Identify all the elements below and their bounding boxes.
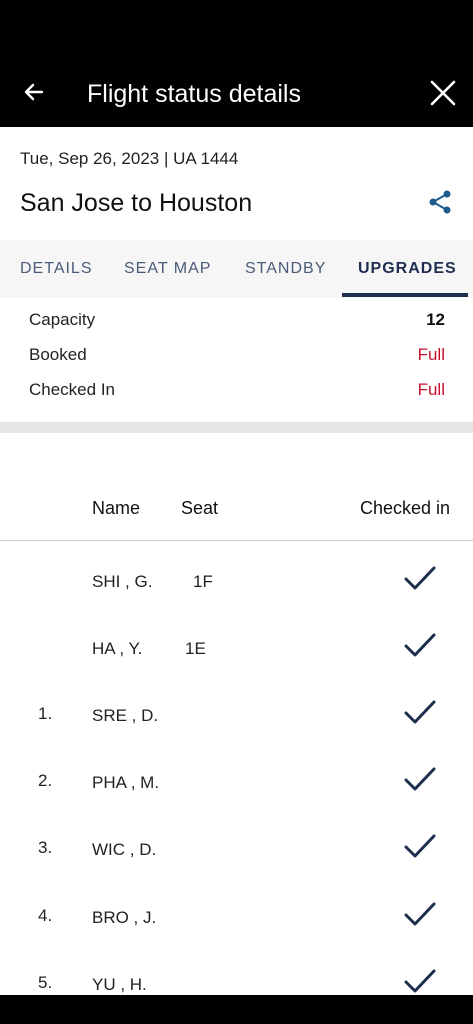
table-row: SHI , G. 1F bbox=[0, 558, 473, 608]
passenger-name: HA , Y. bbox=[92, 639, 143, 658]
queue-position: 3. bbox=[38, 838, 53, 857]
passenger-name: SHI , G. bbox=[92, 572, 153, 591]
status-bar bbox=[0, 0, 473, 58]
route-title: San Jose to Houston bbox=[20, 189, 253, 217]
tab-details[interactable]: DETAILS bbox=[20, 260, 93, 278]
tab-bar: DETAILS SEAT MAP STANDBY UPGRADES bbox=[0, 240, 473, 298]
queue-position: 5. bbox=[38, 973, 53, 992]
passenger-name: PHA , M. bbox=[92, 773, 160, 792]
back-button[interactable] bbox=[14, 72, 54, 112]
close-icon bbox=[430, 80, 456, 106]
queue-position: 4. bbox=[38, 906, 53, 925]
capacity-row: Capacity 12 bbox=[29, 306, 445, 336]
capacity-value: 12 bbox=[426, 310, 445, 329]
name-column-header: Name bbox=[92, 498, 141, 518]
share-icon bbox=[429, 190, 451, 214]
seat-number: 1E bbox=[185, 639, 206, 658]
system-nav-bar bbox=[0, 995, 473, 1024]
queue-position: 1. bbox=[38, 704, 53, 723]
checked-in-column-header: Checked in bbox=[360, 498, 451, 518]
passenger-name: WIC , D. bbox=[92, 840, 157, 859]
tab-standby[interactable]: STANDBY bbox=[245, 260, 326, 278]
flight-header: Tue, Sep 26, 2023 | UA 1444 San Jose to … bbox=[0, 127, 473, 240]
booked-row: Booked Full bbox=[29, 341, 445, 371]
table-row: 1. SRE , D. bbox=[0, 692, 473, 742]
section-divider bbox=[0, 422, 473, 433]
active-tab-indicator bbox=[342, 293, 468, 297]
booked-label: Booked bbox=[29, 345, 87, 364]
upgrade-summary: Capacity 12 Booked Full Checked In Full bbox=[0, 298, 473, 422]
seat-column-header: Seat bbox=[181, 498, 219, 518]
checkmark-icon bbox=[404, 566, 436, 590]
page-title: Flight status details bbox=[87, 80, 301, 108]
passenger-name: BRO , J. bbox=[92, 908, 157, 927]
table-header: Name Seat Checked in bbox=[0, 490, 473, 540]
checkmark-icon bbox=[404, 969, 436, 993]
table-row: 4. BRO , J. bbox=[0, 894, 473, 944]
capacity-label: Capacity bbox=[29, 310, 96, 329]
checked-in-row: Checked In Full bbox=[29, 376, 445, 406]
checked-in-label: Checked In bbox=[29, 380, 115, 399]
tab-upgrades[interactable]: UPGRADES bbox=[358, 260, 457, 278]
passenger-name: SRE , D. bbox=[92, 706, 159, 725]
seat-number: 1F bbox=[193, 572, 213, 591]
arrow-left-icon bbox=[24, 83, 44, 101]
app-bar: Flight status details bbox=[0, 58, 473, 127]
share-button[interactable] bbox=[423, 185, 457, 219]
tab-seat-map[interactable]: SEAT MAP bbox=[124, 260, 211, 278]
queue-position: 2. bbox=[38, 771, 53, 790]
booked-value: Full bbox=[417, 345, 445, 364]
close-button[interactable] bbox=[422, 72, 464, 114]
checked-in-value: Full bbox=[417, 380, 445, 399]
checkmark-icon bbox=[404, 767, 436, 791]
table-row: HA , Y. 1E bbox=[0, 625, 473, 675]
passenger-name: YU , H. bbox=[92, 975, 147, 994]
flight-date: Tue, Sep 26, 2023 | UA 1444 bbox=[20, 149, 239, 168]
checkmark-icon bbox=[404, 834, 436, 858]
checkmark-icon bbox=[404, 633, 436, 657]
checkmark-icon bbox=[404, 700, 436, 724]
table-header-divider bbox=[0, 540, 473, 541]
table-row: 3. WIC , D. bbox=[0, 826, 473, 876]
table-row: 2. PHA , M. bbox=[0, 759, 473, 809]
checkmark-icon bbox=[404, 902, 436, 926]
